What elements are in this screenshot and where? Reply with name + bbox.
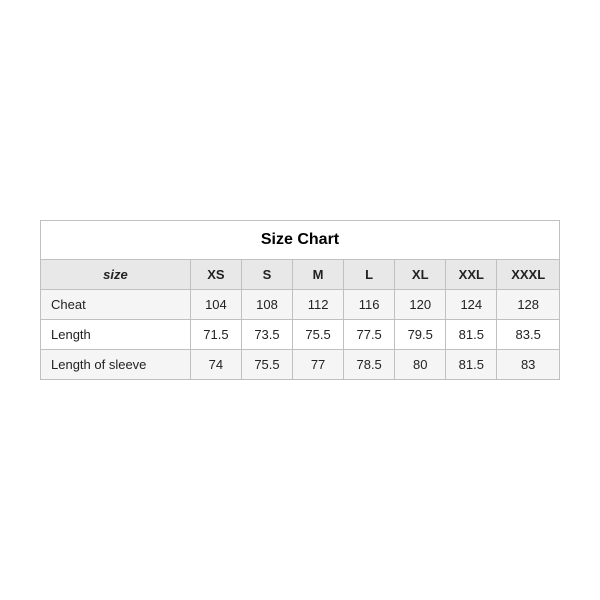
cell-0-0: 104 — [190, 290, 241, 320]
cell-1-5: 81.5 — [446, 320, 497, 350]
cell-0-2: 112 — [293, 290, 344, 320]
header-cell-3: M — [293, 260, 344, 290]
cell-0-3: 116 — [344, 290, 395, 320]
table-body: Cheat104108112116120124128Length71.573.5… — [41, 290, 560, 380]
row-label-0: Cheat — [41, 290, 191, 320]
cell-2-4: 80 — [395, 350, 446, 380]
cell-2-6: 83 — [497, 350, 560, 380]
cell-1-4: 79.5 — [395, 320, 446, 350]
cell-2-3: 78.5 — [344, 350, 395, 380]
cell-1-2: 75.5 — [293, 320, 344, 350]
cell-1-6: 83.5 — [497, 320, 560, 350]
size-chart-table: Size Chart sizeXSSMLXLXXLXXXL Cheat10410… — [40, 220, 560, 380]
header-cell-4: L — [344, 260, 395, 290]
row-label-2: Length of sleeve — [41, 350, 191, 380]
row-label-1: Length — [41, 320, 191, 350]
header-cell-5: XL — [395, 260, 446, 290]
table-row: Cheat104108112116120124128 — [41, 290, 560, 320]
cell-2-0: 74 — [190, 350, 241, 380]
table-row: Length of sleeve7475.57778.58081.583 — [41, 350, 560, 380]
cell-1-0: 71.5 — [190, 320, 241, 350]
header-cell-0: size — [41, 260, 191, 290]
header-row: sizeXSSMLXLXXLXXXL — [41, 260, 560, 290]
title-row: Size Chart — [41, 221, 560, 260]
cell-1-3: 77.5 — [344, 320, 395, 350]
header-cell-2: S — [241, 260, 292, 290]
table-title: Size Chart — [41, 221, 560, 260]
cell-0-1: 108 — [241, 290, 292, 320]
header-cell-6: XXL — [446, 260, 497, 290]
table-row: Length71.573.575.577.579.581.583.5 — [41, 320, 560, 350]
cell-0-5: 124 — [446, 290, 497, 320]
cell-2-1: 75.5 — [241, 350, 292, 380]
size-chart-container: Size Chart sizeXSSMLXLXXLXXXL Cheat10410… — [40, 220, 560, 380]
cell-2-5: 81.5 — [446, 350, 497, 380]
header-cell-7: XXXL — [497, 260, 560, 290]
cell-2-2: 77 — [293, 350, 344, 380]
cell-0-4: 120 — [395, 290, 446, 320]
header-cell-1: XS — [190, 260, 241, 290]
cell-0-6: 128 — [497, 290, 560, 320]
cell-1-1: 73.5 — [241, 320, 292, 350]
